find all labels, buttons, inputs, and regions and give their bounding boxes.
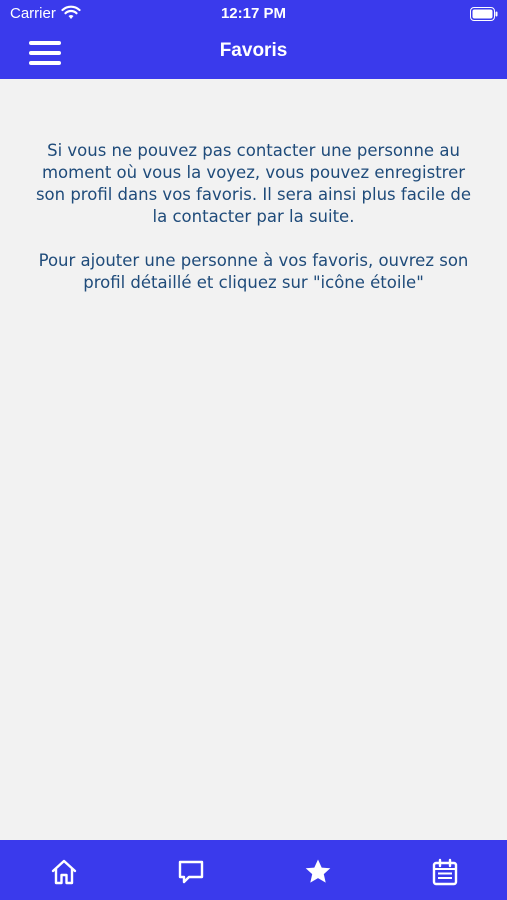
- bottom-tab-bar: [0, 840, 507, 900]
- favorites-empty-message: Si vous ne pouvez pas contacter une pers…: [30, 140, 477, 316]
- star-icon[interactable]: [303, 857, 333, 887]
- info-paragraph-2: Pour ajouter une personne à vos favoris,…: [38, 251, 469, 292]
- home-icon[interactable]: [49, 857, 79, 887]
- info-paragraph-1: Si vous ne pouvez pas contacter une pers…: [35, 141, 472, 226]
- navigation-bar: Favoris: [0, 28, 507, 79]
- top-bar: Carrier 12:17 PM Favoris: [0, 0, 507, 79]
- chat-icon[interactable]: [176, 857, 206, 887]
- calendar-icon[interactable]: [430, 857, 460, 887]
- battery-icon: [470, 6, 498, 25]
- status-bar: Carrier 12:17 PM: [0, 0, 507, 28]
- page-title: Favoris: [219, 40, 288, 61]
- status-time: 12:17 PM: [220, 5, 287, 22]
